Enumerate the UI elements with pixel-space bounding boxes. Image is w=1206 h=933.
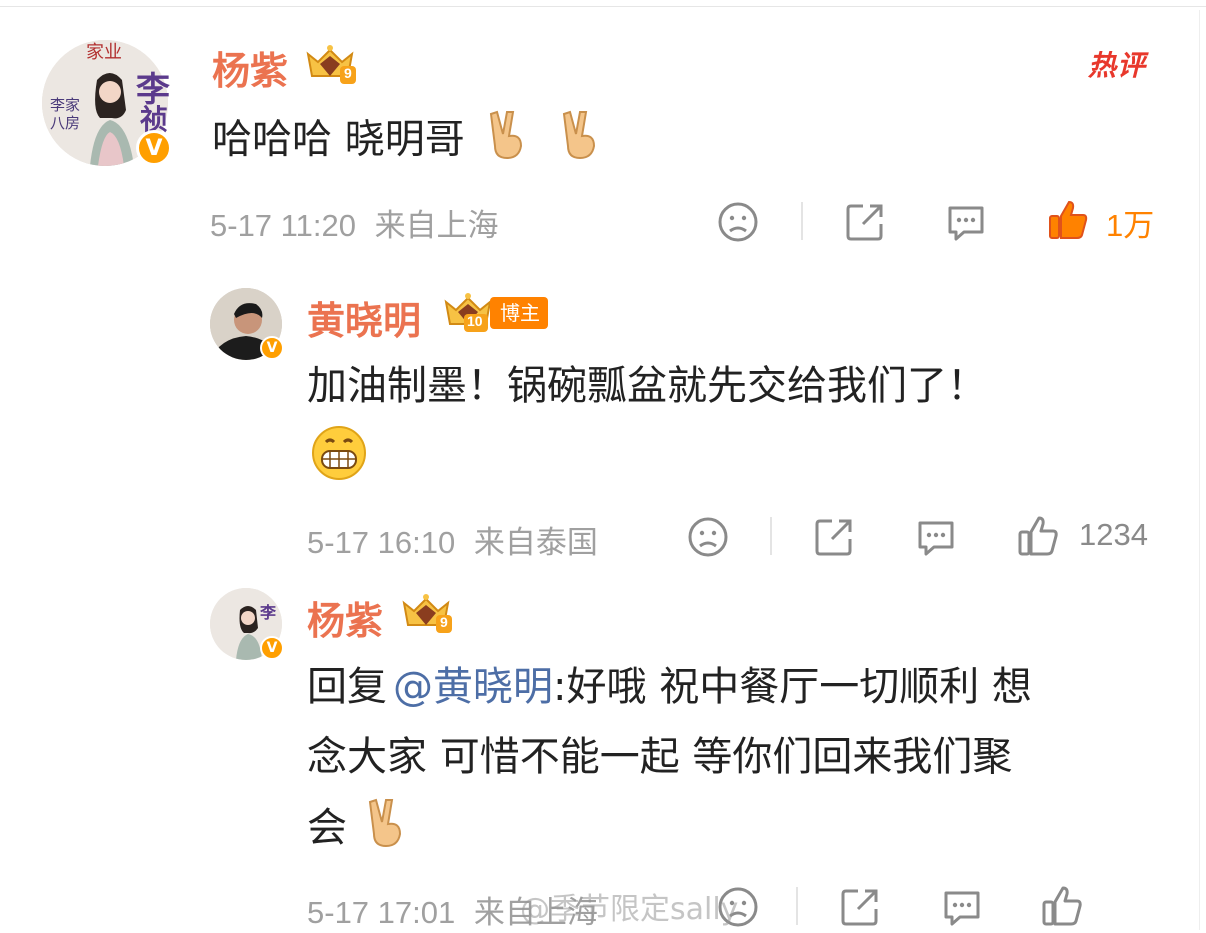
top-divider bbox=[0, 6, 1206, 7]
comment-icon[interactable] bbox=[914, 515, 958, 559]
like-count: 1万 bbox=[1106, 208, 1155, 243]
crown-level-icon: 10 bbox=[440, 292, 496, 334]
action-divider bbox=[801, 202, 803, 240]
victory-hand-emoji bbox=[487, 108, 531, 175]
comment-time: 5-17 11:20 来自上海 bbox=[210, 200, 499, 245]
username[interactable]: 杨紫 bbox=[212, 40, 288, 95]
reply-text: 加油制墨！锅碗瓢盆就先交给我们了！ bbox=[307, 358, 987, 414]
mention-link[interactable]: @黄晓明 bbox=[393, 664, 553, 710]
victory-hand-emoji bbox=[366, 796, 410, 864]
timestamp: 5-17 16:10 bbox=[307, 525, 456, 560]
share-icon[interactable] bbox=[838, 885, 882, 929]
action-divider bbox=[770, 517, 772, 555]
reply-body: 会 bbox=[307, 805, 347, 851]
like-thumb-icon[interactable] bbox=[1040, 884, 1084, 928]
hot-comment-badge: 热评 bbox=[1088, 49, 1147, 82]
comment-icon[interactable] bbox=[940, 885, 984, 929]
verified-v-icon: V bbox=[260, 636, 284, 660]
watermark-text: @季节限定sally bbox=[520, 892, 739, 927]
like-thumb-icon[interactable] bbox=[1016, 514, 1060, 558]
reply-body: 加油制墨！锅碗瓢盆就先交给我们了！ bbox=[307, 363, 987, 409]
verified-v-icon: V bbox=[136, 130, 172, 166]
reply-text-line1: 回复 @黄晓明:好哦 祝中餐厅一切顺利 想 bbox=[307, 658, 1032, 716]
avatar-text-top: 家业 bbox=[86, 42, 122, 63]
like-thumb-icon[interactable] bbox=[1046, 198, 1090, 242]
action-divider bbox=[796, 887, 798, 925]
username[interactable]: 黄晓明 bbox=[307, 290, 421, 345]
reply-prefix: 回复 bbox=[307, 664, 387, 710]
level-number: 10 bbox=[467, 313, 483, 329]
level-number: 9 bbox=[344, 65, 352, 81]
crown-level-icon: 9 bbox=[398, 593, 454, 635]
level-number: 9 bbox=[440, 614, 448, 630]
avatar[interactable]: 李 V bbox=[210, 588, 284, 660]
comment-text: 哈哈哈 晓明哥 bbox=[212, 108, 604, 175]
avatar[interactable]: 家业 李 祯 李家八房 V bbox=[42, 40, 172, 166]
share-icon[interactable] bbox=[812, 515, 856, 559]
reply-body: 念大家 可惜不能一起 等你们回来我们聚 bbox=[307, 734, 1013, 780]
blogger-tag: 博主 bbox=[490, 297, 548, 329]
reply-body: :好哦 祝中餐厅一切顺利 想 bbox=[553, 664, 1032, 710]
verified-v-icon: V bbox=[260, 336, 284, 360]
reply-text-line2: 念大家 可惜不能一起 等你们回来我们聚 bbox=[307, 728, 1012, 786]
location: 来自泰国 bbox=[473, 525, 598, 560]
victory-hand-emoji bbox=[560, 108, 604, 175]
avatar[interactable]: V bbox=[210, 288, 284, 360]
right-edge-line bbox=[1199, 10, 1200, 930]
avatar-text-side: 李家八房 bbox=[50, 96, 81, 132]
comment-body: 哈哈哈 晓明哥 bbox=[212, 116, 465, 163]
comment-icon[interactable] bbox=[944, 200, 988, 244]
username[interactable]: 杨紫 bbox=[307, 590, 383, 645]
svg-text:李: 李 bbox=[259, 603, 277, 622]
crown-level-icon: 9 bbox=[302, 44, 358, 86]
share-icon[interactable] bbox=[843, 200, 887, 244]
location: 来自上海 bbox=[374, 208, 499, 243]
timestamp: 5-17 11:20 bbox=[210, 208, 356, 243]
timestamp: 5-17 17:01 bbox=[307, 895, 456, 930]
reply-time: 5-17 16:10 来自泰国 bbox=[307, 517, 598, 562]
like-count: 1234 bbox=[1079, 517, 1148, 552]
dislike-face-icon[interactable] bbox=[716, 200, 760, 244]
dislike-face-icon[interactable] bbox=[686, 515, 730, 559]
reply-text-line3: 会 bbox=[307, 796, 410, 864]
grinning-emoji bbox=[310, 424, 368, 482]
